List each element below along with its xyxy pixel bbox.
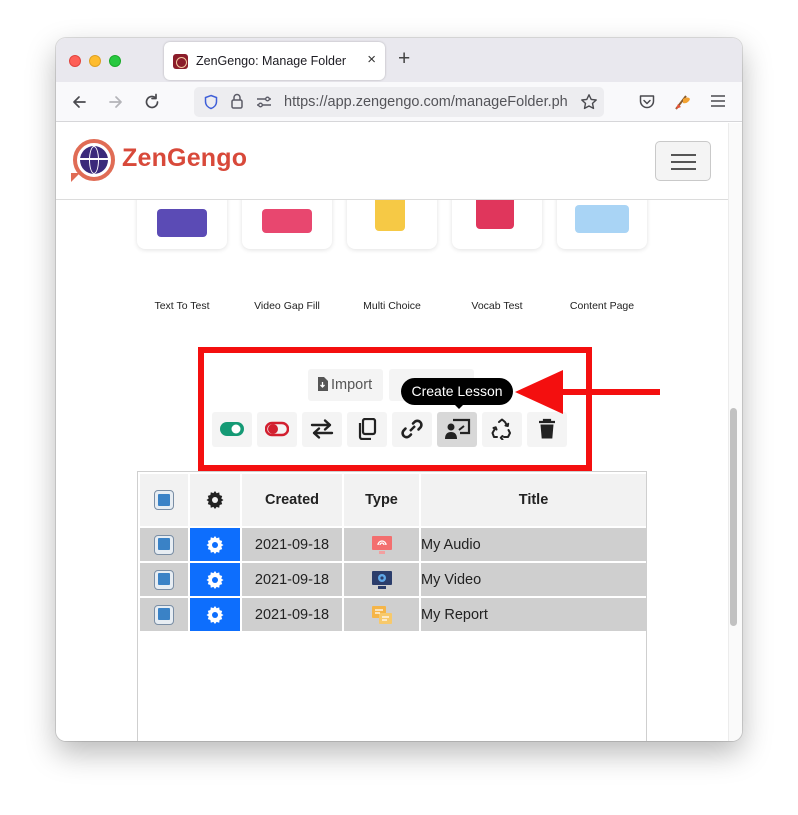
- page-scrollbar-thumb[interactable]: [730, 408, 737, 626]
- row-type: [344, 598, 419, 631]
- shield-icon[interactable]: [203, 94, 219, 110]
- table-row[interactable]: 2021-09-18 My Audio: [140, 528, 646, 561]
- forward-icon[interactable]: [107, 93, 125, 111]
- row-type: [344, 528, 419, 561]
- row-settings-button[interactable]: [190, 563, 240, 596]
- pocket-icon[interactable]: [638, 93, 656, 111]
- hamburger-menu-button[interactable]: [655, 141, 711, 181]
- row-checkbox[interactable]: [154, 604, 174, 625]
- tile-label: Video Gap Fill: [254, 300, 320, 312]
- tab-close-icon[interactable]: ×: [367, 51, 376, 68]
- select-all-header[interactable]: [140, 474, 188, 526]
- tab-title: ZenGengo: Manage Folder: [196, 54, 347, 68]
- gear-icon: [206, 535, 224, 554]
- row-title[interactable]: My Video: [421, 563, 646, 596]
- site-header: ZenGengo: [56, 123, 728, 200]
- audio-type-icon: [371, 535, 392, 554]
- web-page: Text To Test Video Gap Fill Multi Choice…: [56, 123, 728, 741]
- annotation-arrow-shaft: [556, 389, 660, 395]
- row-select-cell[interactable]: [140, 563, 188, 596]
- row-created: 2021-09-18: [242, 598, 342, 631]
- row-checkbox[interactable]: [154, 569, 174, 590]
- nav-bar: https://app.zengengo.com/manageFolder.ph: [56, 82, 742, 122]
- content-table-container: Created Type Title 2021-09-18 My Audio 2…: [137, 471, 647, 741]
- permissions-icon[interactable]: [256, 95, 272, 109]
- url-bar[interactable]: https://app.zengengo.com/manageFolder.ph: [194, 87, 604, 117]
- row-settings-button[interactable]: [190, 598, 240, 631]
- zoom-window-button[interactable]: [109, 55, 121, 67]
- minimize-window-button[interactable]: [89, 55, 101, 67]
- created-header[interactable]: Created: [242, 474, 342, 526]
- row-select-cell[interactable]: [140, 598, 188, 631]
- table-row[interactable]: 2021-09-18 My Report: [140, 598, 646, 631]
- row-select-cell[interactable]: [140, 528, 188, 561]
- report-type-icon: [371, 605, 392, 624]
- tile-label: Multi Choice: [363, 300, 421, 312]
- tab-active[interactable]: ZenGengo: Manage Folder ×: [164, 42, 385, 80]
- table-header-row: Created Type Title: [140, 474, 646, 526]
- annotation-arrow-head: [515, 370, 563, 414]
- table-row[interactable]: 2021-09-18 My Video: [140, 563, 646, 596]
- laptop-icon: [157, 209, 207, 237]
- logo-text[interactable]: ZenGengo: [122, 144, 247, 173]
- logo-tail: [71, 173, 80, 182]
- gear-icon: [206, 491, 224, 509]
- keyboard-icon: [262, 209, 312, 233]
- row-title[interactable]: My Audio: [421, 528, 646, 561]
- lock-icon[interactable]: [230, 93, 244, 110]
- tile-label: Vocab Test: [471, 300, 523, 312]
- gear-icon: [206, 570, 224, 589]
- checklist-icon: [375, 195, 405, 231]
- select-all-checkbox[interactable]: [154, 490, 174, 510]
- book-icon: [476, 195, 514, 229]
- create-lesson-tooltip: Create Lesson: [401, 378, 513, 405]
- reload-icon[interactable]: [143, 93, 161, 111]
- row-type: [344, 563, 419, 596]
- type-header[interactable]: Type: [344, 474, 419, 526]
- row-checkbox[interactable]: [154, 534, 174, 555]
- content-table: Created Type Title 2021-09-18 My Audio 2…: [138, 472, 648, 633]
- video-type-icon: [371, 570, 392, 589]
- tile-label: Content Page: [569, 300, 635, 312]
- site-favicon-icon: [173, 54, 188, 69]
- url-text[interactable]: https://app.zengengo.com/manageFolder.ph: [284, 94, 574, 110]
- extension-icon[interactable]: [673, 92, 693, 112]
- tooltip-arrow: [454, 404, 464, 409]
- tab-strip: ZenGengo: Manage Folder × +: [56, 38, 742, 82]
- bookmark-star-icon[interactable]: [580, 93, 598, 111]
- row-title[interactable]: My Report: [421, 598, 646, 631]
- settings-header: [190, 474, 240, 526]
- new-tab-button[interactable]: +: [398, 47, 410, 71]
- tile-label: Text To Test: [154, 300, 210, 312]
- row-settings-button[interactable]: [190, 528, 240, 561]
- title-header[interactable]: Title: [421, 474, 646, 526]
- back-icon[interactable]: [70, 93, 88, 111]
- gear-icon: [206, 605, 224, 624]
- close-window-button[interactable]: [69, 55, 81, 67]
- row-created: 2021-09-18: [242, 563, 342, 596]
- row-created: 2021-09-18: [242, 528, 342, 561]
- browser-window: ZenGengo: Manage Folder × + https://app.…: [56, 38, 742, 741]
- image-page-icon: [575, 205, 629, 233]
- menu-icon[interactable]: [710, 94, 726, 108]
